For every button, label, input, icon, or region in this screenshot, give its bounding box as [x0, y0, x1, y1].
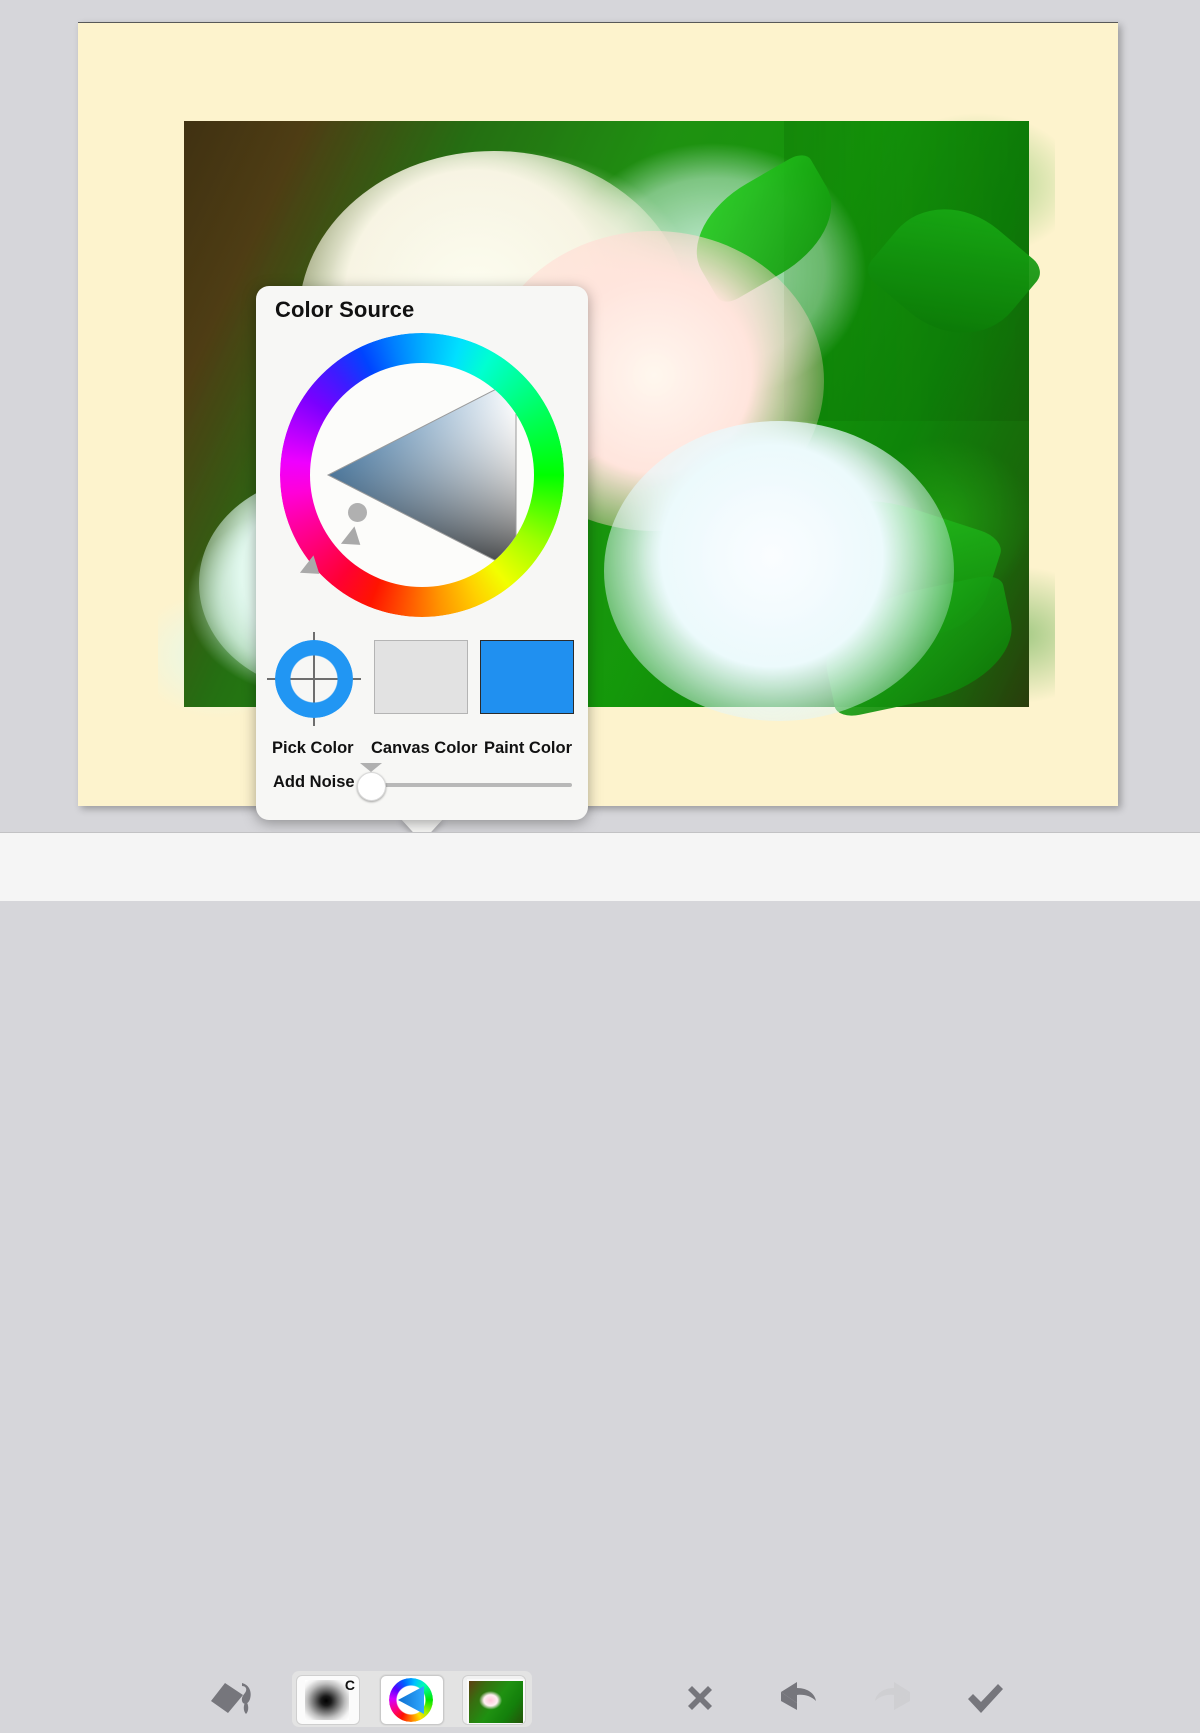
action-icons [640, 1665, 1040, 1733]
photo-bloom [604, 421, 954, 721]
eyedropper-target-icon[interactable] [275, 640, 353, 718]
bottom-toolbar: C [0, 832, 1200, 901]
undo-button[interactable] [775, 1677, 821, 1723]
color-wheel-button[interactable] [380, 1675, 444, 1725]
tool-group: C [292, 1671, 532, 1727]
add-noise-default-marker-icon [360, 763, 382, 772]
artboard-area [0, 0, 1200, 832]
done-button[interactable] [962, 1677, 1008, 1723]
color-wheel-icon [389, 1678, 433, 1722]
swatch-row: Pick Color Canvas Color Paint Color [256, 638, 588, 742]
color-source-popover: Color Source [256, 286, 588, 820]
canvas-color-swatch[interactable] [374, 640, 468, 714]
mini-triangle-icon [394, 1683, 428, 1717]
photo-thumbnail-icon [467, 1679, 525, 1725]
canvas-sheet[interactable] [78, 22, 1118, 806]
paint-bucket-icon [206, 1675, 264, 1725]
close-x-icon [677, 1677, 723, 1723]
undo-arrow-icon [775, 1677, 821, 1723]
paint-bucket-button[interactable] [206, 1675, 264, 1725]
brush-preview-icon [305, 1680, 349, 1720]
pick-color-label: Pick Color [272, 739, 354, 758]
paint-color-swatch[interactable] [480, 640, 574, 714]
pick-color-button[interactable] [275, 640, 353, 718]
canvas-color-label: Canvas Color [371, 739, 477, 758]
brush-preview-button[interactable]: C [296, 1675, 360, 1725]
redo-arrow-icon [870, 1677, 916, 1723]
sv-triangle-area[interactable] [310, 363, 534, 587]
paint-color-label: Paint Color [484, 739, 572, 758]
add-noise-label: Add Noise [273, 773, 355, 792]
add-noise-slider-knob[interactable] [357, 772, 386, 801]
checkmark-icon [962, 1677, 1008, 1723]
brush-badge-label: C [345, 1677, 355, 1693]
popover-title: Color Source [275, 297, 414, 323]
add-noise-row: Add Noise [256, 764, 588, 804]
photo-thumbnail-button[interactable] [462, 1675, 526, 1725]
close-button[interactable] [677, 1677, 723, 1723]
color-wheel[interactable] [280, 333, 564, 617]
redo-button[interactable] [870, 1677, 916, 1723]
saturation-value-marker[interactable] [348, 503, 367, 522]
add-noise-slider-track[interactable] [366, 783, 572, 787]
sv-triangle-icon[interactable] [310, 363, 534, 587]
app-root: Color Source [0, 0, 1200, 900]
